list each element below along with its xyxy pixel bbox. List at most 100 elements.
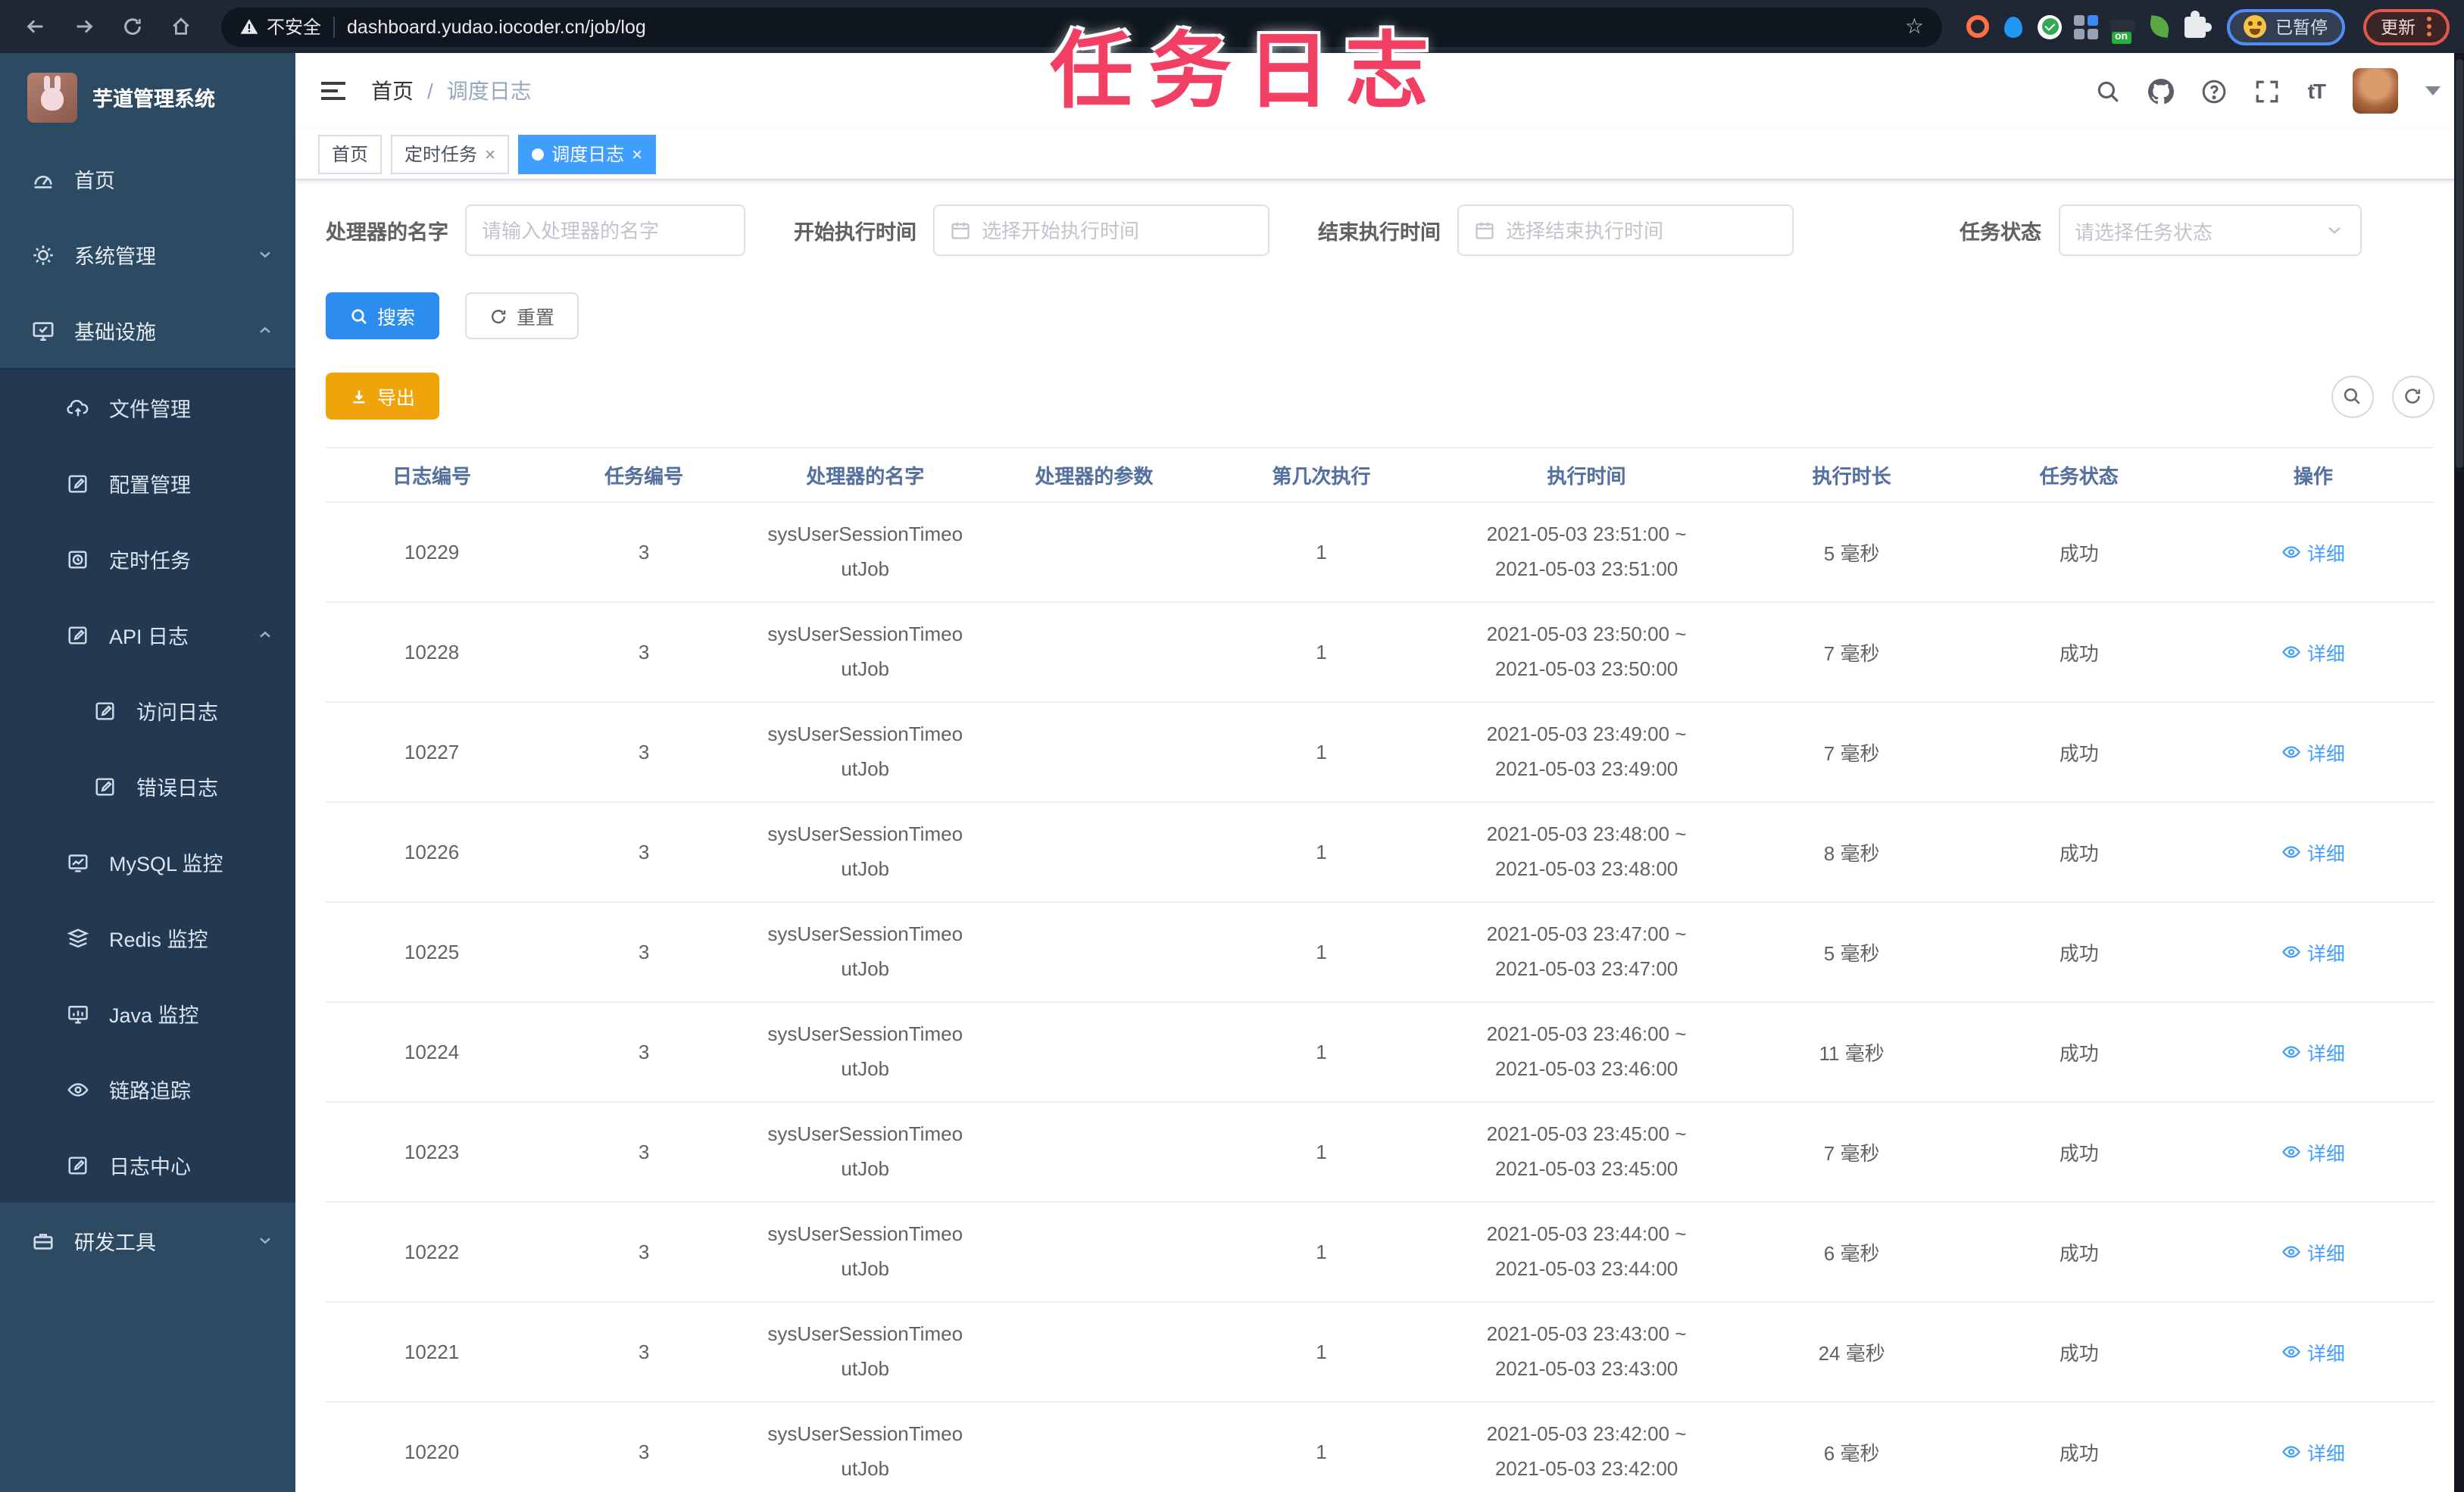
leaf-extension-icon[interactable]	[2145, 13, 2172, 40]
bookmark-star-icon[interactable]: ☆	[1905, 14, 1924, 39]
sidebar-item-devtools[interactable]: 研发工具	[0, 1203, 295, 1278]
table-row: 10223 3 sysUserSessionTimeoutJob 1 2021-…	[326, 1102, 2434, 1203]
toggle-search-button[interactable]	[2331, 375, 2373, 417]
detail-link[interactable]: 详细	[2281, 1337, 2345, 1366]
tag-job-log-active[interactable]: 调度日志 ×	[518, 134, 657, 173]
font-size-icon[interactable]: tT	[2308, 79, 2326, 103]
job-id-cell: 3	[638, 1041, 650, 1063]
browser-update-button[interactable]: 更新	[2363, 8, 2449, 45]
sidebar-item-java-monitor[interactable]: Java 监控	[0, 975, 295, 1051]
blue-drop-extension-icon[interactable]	[2000, 13, 2027, 40]
fullscreen-icon[interactable]	[2255, 78, 2281, 104]
breadcrumb-home[interactable]: 首页	[371, 76, 414, 106]
page-scrollbar[interactable]	[2453, 53, 2464, 1492]
column-header: 操作	[2192, 447, 2434, 503]
search-icon	[351, 308, 367, 323]
handler-name-input[interactable]	[465, 204, 745, 256]
eye-icon	[2281, 1146, 2300, 1158]
close-icon[interactable]: ×	[632, 143, 642, 164]
search-button[interactable]: 搜索	[326, 292, 440, 339]
handler-name-cell: sysUserSessionTimeoutJob	[767, 1122, 963, 1179]
detail-link[interactable]: 详细	[2281, 638, 2345, 666]
not-secure-warning[interactable]: 不安全	[239, 14, 321, 39]
execute-time-cell: 2021-05-03 23:44:00 ~2021-05-03 23:44:00	[1486, 1222, 1687, 1280]
on-switch-extension-icon[interactable]: on	[2109, 13, 2136, 44]
chevron-down-icon	[2328, 226, 2340, 234]
job-status-select[interactable]: 请选择任务状态	[2058, 204, 2361, 256]
end-time-input[interactable]	[1457, 204, 1794, 256]
execute-index-cell: 1	[1316, 641, 1327, 663]
app-logo	[27, 72, 77, 122]
user-avatar[interactable]	[2352, 68, 2397, 114]
close-icon[interactable]: ×	[485, 143, 495, 164]
tags-view: 首页 定时任务 × 调度日志 ×	[295, 129, 2464, 180]
status-cell: 成功	[2059, 1442, 2099, 1465]
start-time-input[interactable]	[933, 204, 1269, 256]
eye-icon	[67, 1082, 89, 1096]
on-badge: on	[2112, 32, 2131, 44]
sidebar-item-system[interactable]: 系统管理	[0, 217, 295, 292]
sidebar-item-trace[interactable]: 链路追踪	[0, 1051, 295, 1127]
help-icon[interactable]	[2202, 78, 2228, 104]
sidebar-item-scheduled-jobs[interactable]: 定时任务	[0, 521, 295, 597]
sidebar-item-redis-monitor[interactable]: Redis 监控	[0, 900, 295, 975]
detail-link[interactable]: 详细	[2281, 1238, 2345, 1266]
refresh-table-button[interactable]	[2391, 375, 2434, 417]
grid-extension-icon[interactable]	[2072, 13, 2100, 40]
log-id-cell: 10227	[404, 741, 460, 763]
sidebar-item-file-management[interactable]: 文件管理	[0, 370, 295, 445]
orange-ring-extension-icon[interactable]	[1963, 13, 1991, 40]
paused-extension-badge[interactable]: 已暂停	[2227, 8, 2344, 45]
column-header: 处理器的参数	[980, 447, 1208, 503]
green-check-extension-icon[interactable]	[2036, 13, 2063, 40]
sidebar-item-access-log[interactable]: 访问日志	[0, 673, 295, 748]
sidebar-item-log-center[interactable]: 日志中心	[0, 1127, 295, 1203]
status-cell: 成功	[2059, 1342, 2099, 1365]
reset-button[interactable]: 重置	[465, 292, 579, 339]
detail-link[interactable]: 详细	[2281, 938, 2345, 966]
search-icon[interactable]	[2096, 78, 2122, 104]
tag-home[interactable]: 首页	[318, 134, 383, 173]
sidebar-item-api-log[interactable]: API 日志	[0, 597, 295, 673]
url-text[interactable]: dashboard.yudao.iocoder.cn/job/log	[347, 16, 646, 37]
detail-link[interactable]: 详细	[2281, 838, 2345, 866]
forward-icon[interactable]	[64, 7, 103, 46]
avatar-caret-icon[interactable]	[2425, 86, 2440, 95]
job-id-cell: 3	[638, 1241, 650, 1263]
hamburger-icon[interactable]	[320, 79, 347, 103]
sidebar-item-error-log[interactable]: 错误日志	[0, 748, 295, 824]
log-id-cell: 10229	[404, 541, 460, 563]
menu-dots-icon[interactable]	[2426, 17, 2431, 36]
detail-link[interactable]: 详细	[2281, 1038, 2345, 1066]
sidebar-item-mysql-monitor[interactable]: MySQL 监控	[0, 824, 295, 900]
home-icon[interactable]	[161, 7, 200, 46]
detail-link[interactable]: 详细	[2281, 738, 2345, 766]
column-header: 任务编号	[538, 447, 751, 503]
table-row: 10227 3 sysUserSessionTimeoutJob 1 2021-…	[326, 702, 2434, 803]
detail-link[interactable]: 详细	[2281, 1138, 2345, 1166]
gear-icon	[33, 245, 53, 264]
update-label: 更新	[2381, 19, 2416, 37]
detail-link[interactable]: 详细	[2281, 538, 2345, 567]
duration-cell: 7 毫秒	[1823, 642, 1880, 665]
status-cell: 成功	[2059, 742, 2099, 765]
handler-name-cell: sysUserSessionTimeoutJob	[767, 1022, 963, 1079]
app-logo-row[interactable]: 芋道管理系统	[0, 53, 295, 141]
back-icon[interactable]	[15, 7, 55, 46]
sidebar-item-label: 定时任务	[109, 550, 191, 573]
tag-scheduled-jobs[interactable]: 定时任务 ×	[391, 134, 510, 173]
table-row: 10221 3 sysUserSessionTimeoutJob 1 2021-…	[326, 1302, 2434, 1403]
sidebar-item-config-management[interactable]: 配置管理	[0, 445, 295, 521]
sidebar-item-infrastructure[interactable]: 基础设施	[0, 292, 295, 368]
execute-index-cell: 1	[1316, 1241, 1327, 1263]
sidebar-item-home[interactable]: 首页	[0, 141, 295, 217]
reload-icon[interactable]	[112, 7, 151, 46]
github-icon[interactable]	[2148, 78, 2175, 104]
export-button[interactable]: 导出	[326, 373, 440, 420]
puzzle-extensions-icon[interactable]	[2181, 10, 2212, 40]
sidebar-item-label: 文件管理	[109, 398, 191, 421]
job-id-cell: 3	[638, 541, 650, 563]
address-bar[interactable]: 不安全 dashboard.yudao.iocoder.cn/job/log ☆	[221, 7, 1942, 46]
column-header: 第几次执行	[1207, 447, 1435, 503]
detail-link[interactable]: 详细	[2281, 1437, 2345, 1466]
